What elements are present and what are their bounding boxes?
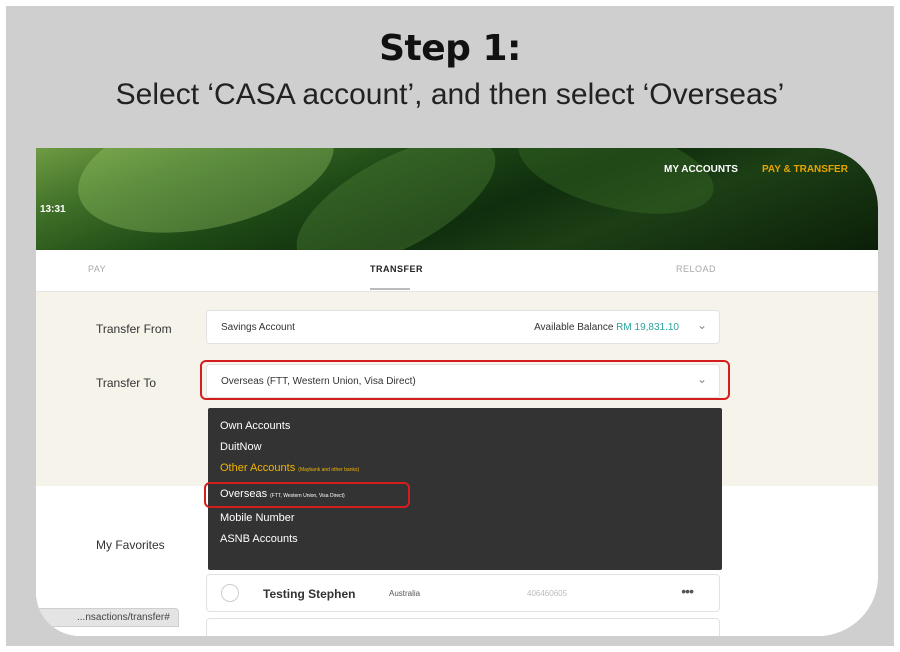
device-screen: 13:31 MY ACCOUNTS PAY & TRANSFER PAY TRA…: [36, 148, 878, 636]
slide: Step 1: Select ‘CASA account’, and then …: [6, 6, 894, 646]
balance-label: Available Balance: [534, 322, 614, 333]
leaf-shape: [509, 148, 723, 232]
other-accounts-label: Other Accounts: [220, 462, 296, 474]
step-title: Step 1:: [379, 28, 521, 69]
tab-transfer[interactable]: TRANSFER: [370, 264, 423, 274]
favorite-row[interactable]: [206, 618, 720, 636]
transfer-from-label: Transfer From: [96, 322, 172, 336]
transfer-to-highlight: [200, 360, 730, 400]
radio-circle-icon[interactable]: [221, 584, 239, 602]
status-url-tooltip: ...nsactions/transfer#: [36, 608, 179, 627]
tab-pay[interactable]: PAY: [88, 264, 106, 274]
favorite-country: Australia: [389, 589, 421, 598]
transfer-from-value: Savings Account: [221, 322, 295, 333]
favorite-account-number: 406460605: [527, 589, 568, 598]
chevron-down-icon: ⌄: [696, 318, 707, 332]
tab-reload[interactable]: RELOAD: [676, 264, 716, 274]
available-balance: Available Balance RM 19,831.10: [534, 322, 679, 333]
overseas-highlight: [204, 482, 410, 508]
favorite-name: Testing Stephen: [263, 587, 356, 601]
menu-item-duitnow[interactable]: DuitNow: [220, 441, 262, 453]
menu-item-other-accounts[interactable]: Other Accounts (Maybank and other banks): [220, 462, 359, 474]
clock-text: 13:31: [40, 204, 66, 215]
balance-value: RM 19,831.10: [616, 322, 679, 333]
header-banner: 13:31 MY ACCOUNTS PAY & TRANSFER: [36, 148, 878, 250]
transfer-to-label: Transfer To: [96, 376, 157, 390]
step-subtitle: Select ‘CASA account’, and then select ‘…: [115, 78, 785, 111]
more-icon[interactable]: •••: [681, 583, 694, 599]
transfer-to-dropdown: Own Accounts DuitNow Other Accounts (May…: [204, 408, 722, 570]
menu-item-asnb-accounts[interactable]: ASNB Accounts: [220, 533, 298, 545]
transfer-from-select[interactable]: Savings Account Available Balance RM 19,…: [206, 310, 720, 344]
menu-item-mobile-number[interactable]: Mobile Number: [220, 512, 295, 524]
nav-my-accounts[interactable]: MY ACCOUNTS: [664, 164, 738, 175]
my-favorites-label: My Favorites: [96, 538, 165, 552]
favorite-row[interactable]: Testing Stephen Australia 406460605 •••: [206, 574, 720, 612]
tab-bar: PAY TRANSFER RELOAD: [36, 250, 878, 292]
menu-item-own-accounts[interactable]: Own Accounts: [220, 420, 290, 432]
other-accounts-note: (Maybank and other banks): [298, 467, 360, 473]
nav-pay-transfer[interactable]: PAY & TRANSFER: [762, 164, 848, 175]
active-tab-underline: [370, 288, 410, 290]
